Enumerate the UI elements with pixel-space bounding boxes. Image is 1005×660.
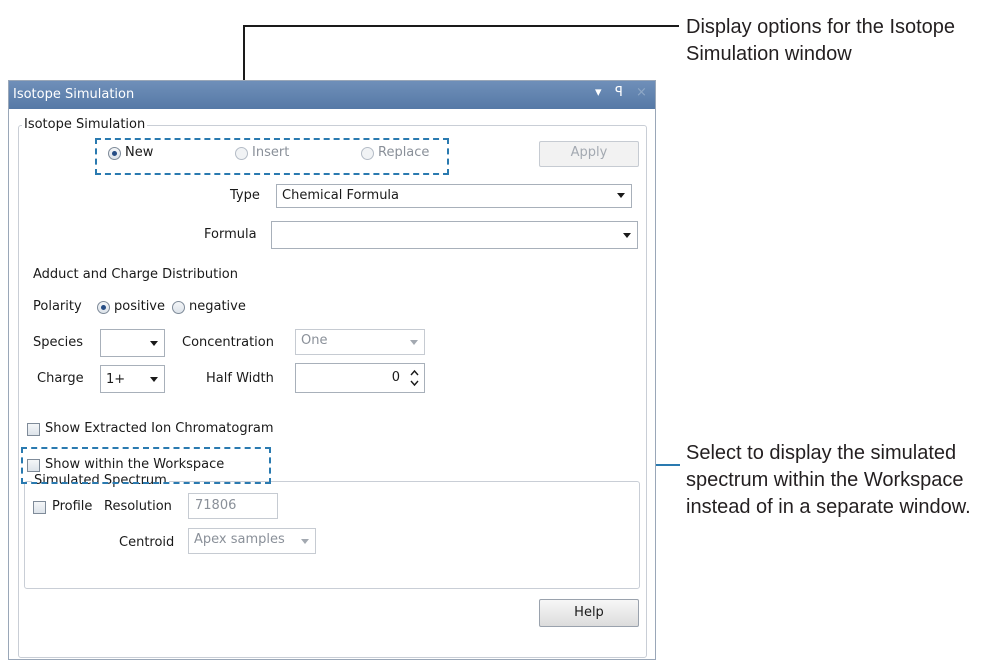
chevron-down-icon: [301, 539, 309, 544]
radio-negative[interactable]: [172, 301, 185, 314]
radio-group-highlight: [95, 138, 449, 175]
formula-label: Formula: [204, 227, 257, 242]
show-xic-checkbox[interactable]: [27, 423, 40, 436]
chevron-down-icon: [623, 233, 631, 238]
type-select-value: Chemical Formula: [282, 188, 400, 203]
profile-checkbox[interactable]: [33, 501, 46, 514]
workspace-checkbox-highlight: [21, 447, 271, 484]
polarity-label: Polarity: [33, 299, 82, 314]
chevron-down-icon: [150, 341, 158, 346]
callout-display-options: Display options for the Isotope Simulati…: [686, 16, 956, 65]
half-width-value: 0: [391, 370, 400, 385]
type-label: Type: [230, 188, 260, 203]
help-button[interactable]: Help: [539, 599, 639, 627]
show-xic-label: Show Extracted Ion Chromatogram: [45, 421, 274, 436]
pin-icon[interactable]: ꟼ: [615, 85, 623, 100]
concentration-label: Concentration: [182, 335, 274, 350]
chevron-down-icon: [150, 377, 158, 382]
resolution-value: 71806: [195, 498, 237, 513]
centroid-label: Centroid: [119, 535, 175, 550]
callout-workspace-note: Select to display the simulated spectrum…: [686, 442, 971, 518]
spinner-icon[interactable]: [410, 368, 419, 388]
species-select[interactable]: [100, 329, 165, 357]
resolution-label: Resolution: [104, 499, 172, 514]
concentration-select[interactable]: One: [295, 329, 425, 355]
callout-leader-top-horizontal: [243, 25, 679, 27]
simulated-spectrum-group: [24, 481, 640, 589]
isotope-simulation-group-label: Isotope Simulation: [22, 117, 148, 132]
charge-select[interactable]: 1+: [100, 365, 165, 393]
apply-button[interactable]: Apply: [539, 141, 639, 167]
species-label: Species: [33, 335, 84, 350]
charge-label: Charge: [37, 371, 84, 386]
half-width-label: Half Width: [206, 371, 274, 386]
half-width-input[interactable]: 0: [295, 363, 425, 393]
centroid-select-value: Apex samples: [194, 532, 285, 547]
resolution-input[interactable]: 71806: [188, 493, 278, 519]
concentration-select-value: One: [301, 333, 328, 348]
window-title: Isotope Simulation: [13, 87, 135, 102]
adduct-heading: Adduct and Charge Distribution: [33, 267, 238, 282]
dropdown-icon[interactable]: ▾: [595, 85, 602, 100]
chevron-down-icon: [410, 340, 418, 345]
radio-positive-label: positive: [114, 299, 165, 314]
centroid-select[interactable]: Apex samples: [188, 528, 316, 554]
type-select[interactable]: Chemical Formula: [276, 184, 632, 208]
profile-label: Profile: [52, 499, 93, 514]
formula-input[interactable]: [271, 221, 638, 249]
close-icon[interactable]: ×: [636, 85, 647, 100]
title-bar: Isotope Simulation ▾ ꟼ ×: [9, 81, 655, 109]
chevron-down-icon: [617, 193, 625, 198]
radio-positive[interactable]: [97, 301, 110, 314]
radio-negative-label: negative: [189, 299, 246, 314]
charge-select-value: 1+: [106, 372, 126, 387]
